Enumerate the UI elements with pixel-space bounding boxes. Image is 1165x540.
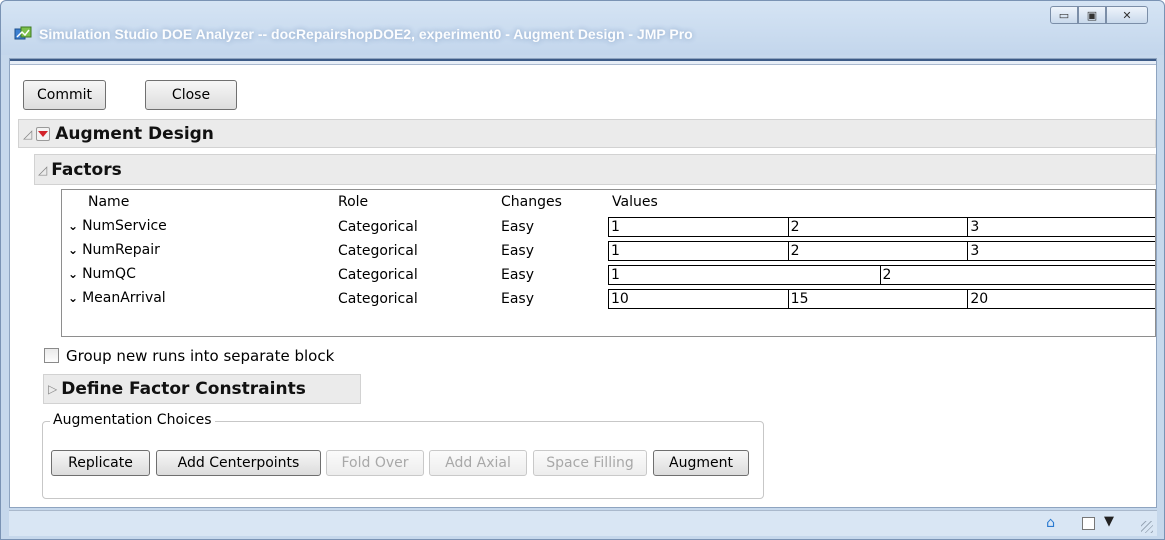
augment-design-header[interactable]: ◿ Augment Design [18, 119, 1156, 148]
factor-changes[interactable]: Easy [501, 219, 534, 235]
window-title: Simulation Studio DOE Analyzer -- docRep… [39, 26, 693, 42]
factor-value-cell[interactable]: 10 [609, 290, 788, 308]
collapse-triangle-icon[interactable]: ◿ [38, 163, 47, 177]
commit-button[interactable]: Commit [23, 80, 106, 110]
factor-value-cell[interactable]: 1 [609, 218, 788, 236]
factor-values: 1 2 3 [608, 217, 1155, 237]
factor-value-cell[interactable]: 2 [879, 266, 1156, 284]
augment-button[interactable]: Augment [653, 450, 749, 476]
factor-value-cell[interactable]: 3 [967, 242, 1155, 260]
close-button[interactable]: Close [145, 80, 237, 110]
title-separator [10, 59, 1156, 65]
jmp-app-icon [14, 26, 32, 40]
factor-row: ⌄ NumRepair Categorical Easy 1 2 3 [62, 239, 1155, 263]
factor-row: ⌄ MeanArrival Categorical Easy 10 15 20 [62, 287, 1155, 311]
factor-row: ⌄ NumService Categorical Easy 1 2 3 [62, 215, 1155, 239]
factor-value-cell[interactable]: 2 [787, 218, 968, 236]
replicate-button[interactable]: Replicate [51, 450, 150, 476]
space-filling-button[interactable]: Space Filling [533, 450, 647, 476]
factor-changes[interactable]: Easy [501, 291, 534, 307]
chevron-down-icon[interactable]: ⌄ [68, 267, 78, 281]
factor-value-cell[interactable]: 15 [787, 290, 968, 308]
factor-name[interactable]: ⌄ NumQC [68, 266, 136, 282]
factors-title: Factors [51, 159, 122, 180]
factor-changes[interactable]: Easy [501, 267, 534, 283]
factor-values: 10 15 20 [608, 289, 1155, 309]
expand-triangle-icon[interactable]: ▷ [48, 382, 57, 396]
add-centerpoints-button[interactable]: Add Centerpoints [156, 450, 321, 476]
factor-row: ⌄ NumQC Categorical Easy 1 2 [62, 263, 1155, 287]
home-icon[interactable]: ⌂ [1046, 515, 1055, 531]
column-header-changes: Changes [501, 194, 562, 210]
collapse-triangle-icon[interactable]: ◿ [23, 127, 32, 141]
augment-design-title: Augment Design [55, 123, 214, 144]
close-icon[interactable]: ✕ [1106, 6, 1148, 24]
factor-role[interactable]: Categorical [338, 267, 418, 283]
minimize-icon[interactable]: ▭ [1050, 6, 1078, 24]
factor-values: 1 2 3 [608, 241, 1155, 261]
title-bar[interactable]: Simulation Studio DOE Analyzer -- docRep… [1, 1, 1164, 55]
factor-name[interactable]: ⌄ NumRepair [68, 242, 160, 258]
factor-value-cell[interactable]: 1 [609, 242, 788, 260]
factors-header[interactable]: ◿ Factors [34, 154, 1156, 185]
define-factor-constraints-header[interactable]: ▷ Define Factor Constraints [43, 374, 361, 404]
factor-value-cell[interactable]: 1 [609, 266, 880, 284]
factor-value-cell[interactable]: 20 [967, 290, 1155, 308]
dropdown-arrow-icon[interactable]: ▼ [1104, 514, 1114, 529]
factor-role[interactable]: Categorical [338, 219, 418, 235]
report-pane: Commit Close ◿ Augment Design ◿ Factors … [9, 58, 1157, 508]
window-controls: ▭ ▣ ✕ [1050, 6, 1148, 24]
app-window: Simulation Studio DOE Analyzer -- docRep… [0, 0, 1165, 540]
fold-over-button[interactable]: Fold Over [326, 450, 424, 476]
chevron-down-icon[interactable]: ⌄ [68, 291, 78, 305]
column-header-role: Role [338, 194, 369, 210]
factors-table: Name Role Changes Values ⌄ NumService Cat… [61, 189, 1156, 337]
column-header-values: Values [612, 194, 658, 210]
status-bar: ⌂ ▼ [9, 510, 1157, 536]
red-triangle-menu-icon[interactable] [36, 126, 51, 141]
chevron-down-icon[interactable]: ⌄ [68, 219, 78, 233]
define-factor-constraints-title: Define Factor Constraints [61, 379, 306, 399]
factor-changes[interactable]: Easy [501, 243, 534, 259]
factor-role[interactable]: Categorical [338, 243, 418, 259]
factor-value-cell[interactable]: 3 [967, 218, 1155, 236]
group-runs-checkbox[interactable] [44, 348, 59, 363]
add-axial-button[interactable]: Add Axial [429, 450, 527, 476]
resize-grip-icon[interactable] [1141, 521, 1153, 533]
column-header-name: Name [88, 194, 130, 210]
maximize-icon[interactable]: ▣ [1078, 6, 1106, 24]
factor-values: 1 2 [608, 265, 1155, 285]
group-runs-label[interactable]: Group new runs into separate block [66, 347, 334, 365]
augmentation-choices-legend: Augmentation Choices [50, 412, 215, 428]
factor-name[interactable]: ⌄ NumService [68, 218, 167, 234]
chevron-down-icon[interactable]: ⌄ [68, 243, 78, 257]
factor-role[interactable]: Categorical [338, 291, 418, 307]
factor-name[interactable]: ⌄ MeanArrival [68, 290, 166, 306]
factor-value-cell[interactable]: 2 [787, 242, 968, 260]
checkbox-icon[interactable] [1082, 517, 1095, 530]
